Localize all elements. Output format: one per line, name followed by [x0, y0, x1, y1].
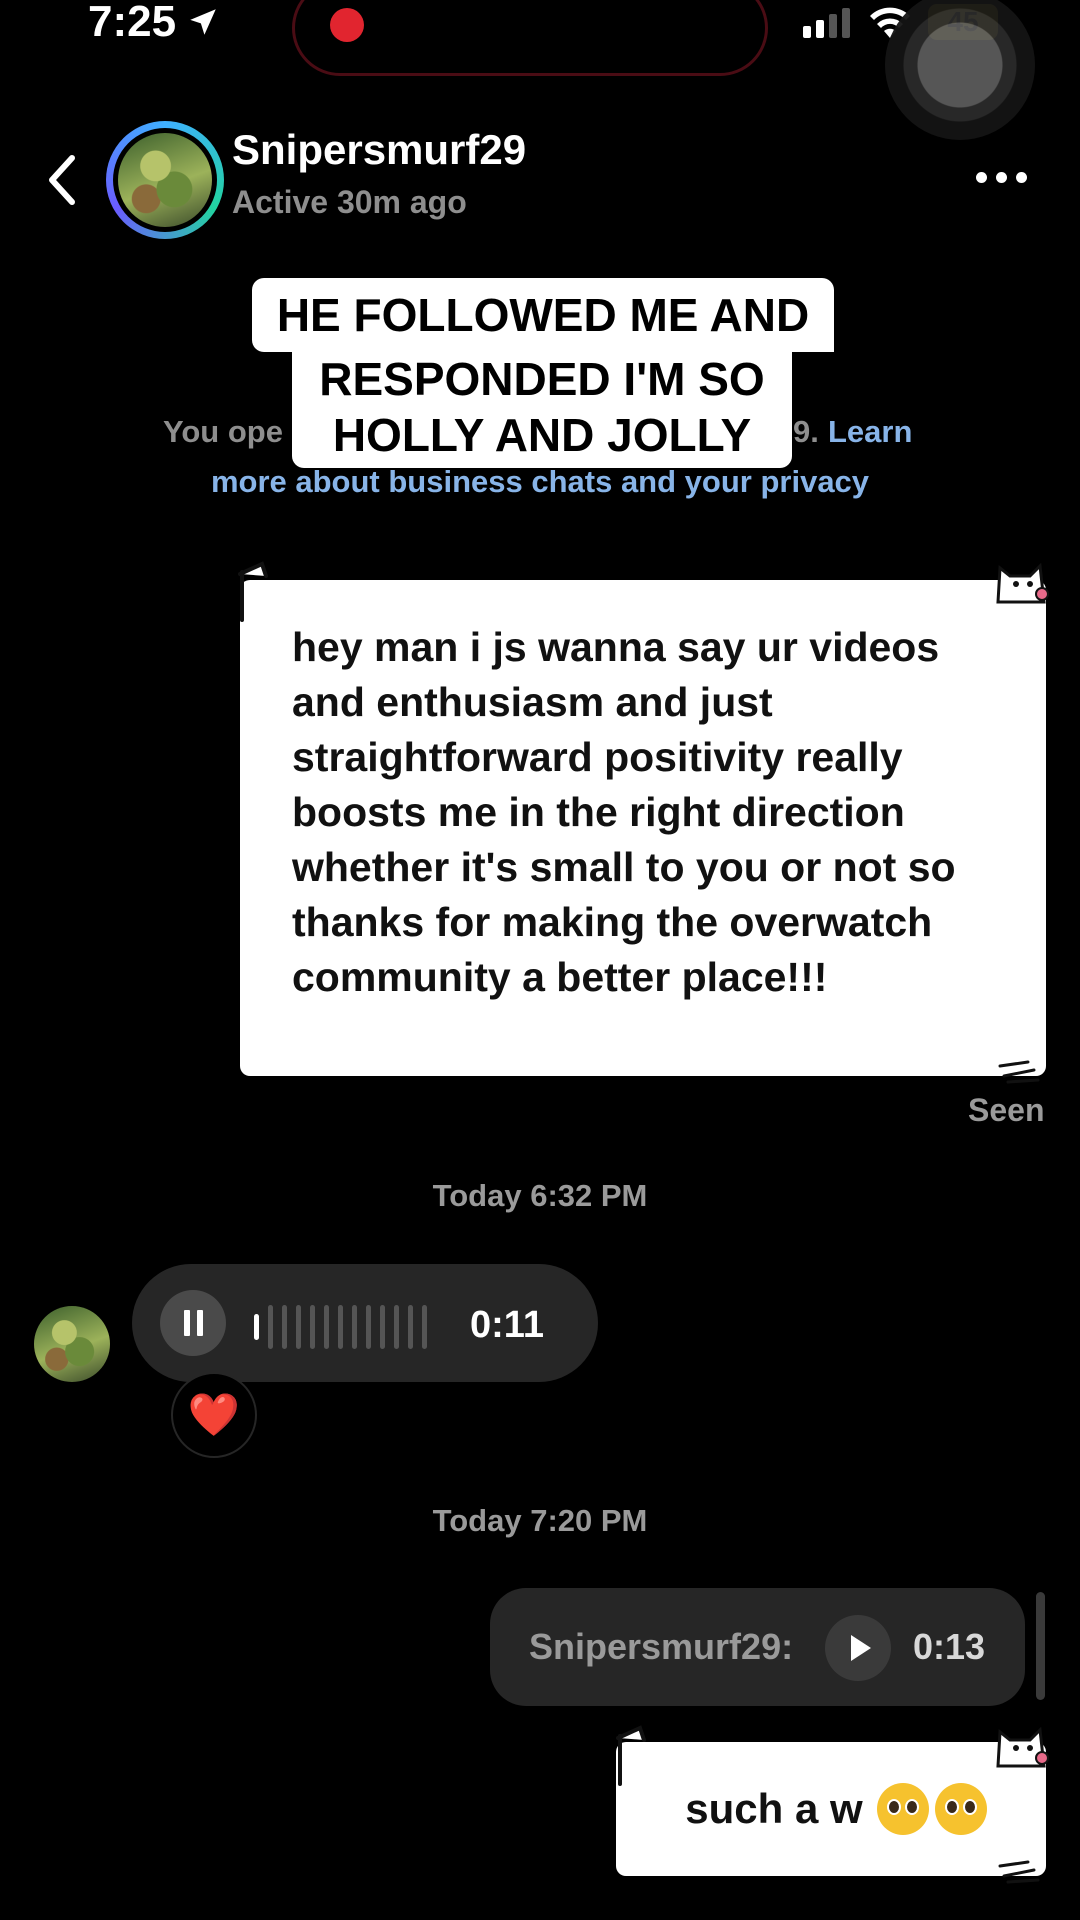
more-options-icon[interactable] [976, 172, 1027, 183]
privacy-learn-link[interactable]: Learn [828, 414, 912, 450]
caption-line-1: HE FOLLOWED ME AND [252, 278, 834, 352]
sent-message-bubble[interactable]: hey man i js wanna say ur videos and ent… [238, 561, 1049, 1084]
pleading-face-emoji-icon [876, 1783, 929, 1835]
status-time-text: 7:25 [88, 0, 177, 46]
assistive-touch-button[interactable] [885, 0, 1035, 140]
location-arrow-icon [190, 9, 216, 35]
seen-indicator: Seen [968, 1092, 1045, 1128]
status-time: 7:25 [88, 0, 220, 44]
sticker-cat-face-icon [996, 562, 1049, 604]
privacy-notice-start: You ope [163, 414, 283, 449]
signal-icon [803, 6, 850, 38]
voice-duration: 0:11 [470, 1304, 544, 1346]
dynamic-island [292, 0, 768, 76]
sticker-paw-icon [998, 1860, 1040, 1884]
sticker-arm-icon [616, 1725, 646, 1786]
sticker-paw-icon [998, 1060, 1040, 1084]
caption-line-2: RESPONDED I'M SO [292, 348, 792, 410]
timestamp-1: Today 6:32 PM [432, 1178, 648, 1213]
profile-avatar[interactable] [106, 121, 224, 239]
pause-icon[interactable] [160, 1290, 226, 1356]
shared-audio-sender: Snipersmurf29: [529, 1626, 794, 1667]
sender-avatar[interactable] [34, 1306, 110, 1382]
active-status: Active 30m ago [232, 184, 467, 220]
sticker-arm-icon [238, 561, 268, 622]
scrollbar[interactable] [1036, 1592, 1045, 1700]
shared-audio-duration: 0:13 [913, 1626, 986, 1667]
privacy-learn-link-continued[interactable]: more about business chats and your priva… [0, 464, 1080, 500]
record-dot-icon [330, 8, 364, 42]
sent-message-text: hey man i js wanna say ur videos and ent… [292, 624, 956, 1000]
reply-message-bubble[interactable]: such a w [616, 1725, 1049, 1884]
pleading-face-emoji-icon [934, 1783, 987, 1835]
heart-icon: ❤️ [187, 1391, 241, 1438]
privacy-notice-end: 9. [793, 414, 819, 449]
avatar-image [118, 133, 212, 227]
play-icon[interactable] [825, 1615, 891, 1681]
reply-message-text: such a w [685, 1785, 863, 1832]
timestamp-2: Today 7:20 PM [432, 1503, 648, 1538]
back-chevron-icon[interactable] [44, 152, 78, 208]
caption-line-3: HOLLY AND JOLLY [292, 406, 792, 468]
heart-reaction[interactable]: ❤️ [171, 1372, 257, 1458]
chat-username[interactable]: Snipersmurf29 [232, 126, 526, 174]
sticker-cat-face-icon [996, 1726, 1049, 1768]
waveform-icon[interactable] [254, 1303, 427, 1351]
